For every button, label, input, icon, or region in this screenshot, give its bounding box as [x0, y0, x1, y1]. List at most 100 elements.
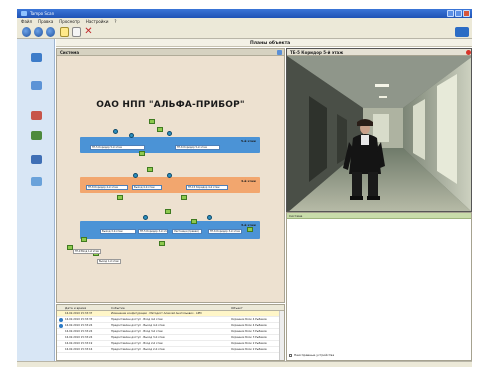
zone[interactable]: ТЕ-8 Коридор 4-й этаж — [86, 185, 128, 190]
sensor-marker[interactable] — [181, 195, 187, 200]
pin-icon[interactable] — [277, 50, 282, 55]
access-icon — [30, 131, 42, 140]
camera-image — [287, 56, 471, 211]
zone[interactable]: ТЕ-5 Коридор 5-й этаж — [90, 145, 145, 150]
floor-5[interactable]: 5-й этаж ТЕ-5 Коридор 5-й этаж ТЕ-6 Кори… — [80, 137, 260, 153]
objects-icon — [30, 111, 42, 120]
video-panel[interactable]: ТЕ-5 Коридор 5-й этаж — [286, 48, 472, 212]
sensor-marker[interactable] — [191, 219, 197, 224]
new-document-icon[interactable] — [60, 27, 69, 37]
row-event: Предоставлен доступ · Выход 2-й этаж — [111, 348, 165, 351]
floor-4[interactable]: 4-й этаж ТЕ-8 Коридор 4-й этаж Выход 4-й… — [80, 177, 260, 193]
sensor-marker[interactable] — [117, 195, 123, 200]
camera-icon[interactable] — [22, 27, 31, 37]
row-object: Охранник Блок 2 Рыбаков — [231, 342, 267, 345]
sensor-marker[interactable] — [149, 119, 155, 124]
menu-help[interactable]: ? — [114, 18, 116, 25]
app-icon — [21, 11, 27, 16]
faulty-devices-toggle[interactable]: Неисправные устройства — [289, 353, 334, 357]
sidebar-item-6[interactable] — [17, 177, 55, 187]
col-event[interactable]: Событие — [111, 306, 125, 310]
camera-marker[interactable] — [129, 133, 134, 138]
monitor-icon — [30, 53, 42, 62]
row-object: Охранник Блок 2 Рыбаков — [231, 348, 267, 351]
row-time: 16.02.2010 15:33:35 — [65, 318, 93, 321]
row-time: 16.02.2010 15:33:24 — [65, 336, 93, 339]
sensor-marker[interactable] — [165, 209, 171, 214]
sensor-marker[interactable] — [247, 227, 253, 232]
window-controls — [447, 10, 470, 17]
zone[interactable]: ТЕ-5 Коридор 3-й этаж — [138, 229, 168, 234]
event-icon — [59, 318, 63, 322]
network-icon[interactable] — [455, 27, 469, 37]
sensor-marker[interactable] — [81, 237, 87, 242]
delete-icon[interactable]: ✕ — [84, 27, 93, 37]
zone[interactable]: ТЕ-6 Коридор 5-й этаж — [175, 145, 220, 150]
row-object: Охранник Блок 4 Рыбаков — [231, 318, 267, 321]
row-object: Охранник Блок 4 Рыбаков — [231, 324, 267, 327]
sidebar-item-5[interactable] — [17, 155, 55, 165]
col-datetime[interactable]: Дата и время — [65, 306, 86, 310]
row-event: Предоставлен доступ · Вход 4-й этаж — [111, 318, 163, 321]
sensor-marker[interactable] — [157, 127, 163, 132]
zone[interactable]: ТЕ-6 Коридор 3-й этаж — [208, 229, 242, 234]
camera-marker[interactable] — [143, 215, 148, 220]
row-time: 16.02.2010 15:33:24 — [65, 330, 93, 333]
sidebar-item-4[interactable] — [17, 131, 55, 141]
status-bar — [17, 361, 472, 367]
camera-label: ТЕ-9 Вход 1-й этаж — [73, 249, 102, 254]
close-button[interactable] — [463, 10, 470, 17]
menu-view[interactable]: Просмотр — [59, 18, 80, 25]
row-object: Охранник Блок 3 Рыбаков — [231, 330, 267, 333]
camera-icon — [30, 81, 42, 90]
row-time: 16.02.2010 15:33:24 — [65, 324, 93, 327]
sensor-marker[interactable] — [159, 241, 165, 246]
sidebar-item-2[interactable] — [17, 81, 55, 91]
floor-label: 4-й этаж — [240, 179, 256, 183]
events-log: Дата и время Событие Объект 16.02.2010 1… — [56, 304, 285, 361]
row-event: Предоставлен доступ · Выход 4-й этаж — [111, 324, 165, 327]
row-event: Изменение конфигурации · Методист Алексе… — [111, 312, 202, 315]
camera-group-icon[interactable] — [46, 27, 55, 37]
camera-marker[interactable] — [167, 131, 172, 136]
maximize-button[interactable] — [455, 10, 462, 17]
zone[interactable]: Выход 4-й этаж — [132, 185, 162, 190]
camera-add-icon[interactable] — [34, 27, 43, 37]
floor-label: 5-й этаж — [240, 139, 256, 143]
row-time: 16.02.2010 15:33:19 — [65, 342, 93, 345]
scheme-title: ОАО НПП "АЛЬФА-ПРИБОР" — [96, 100, 245, 110]
row-event: Предоставлен доступ · Вход 3-й этаж — [111, 330, 163, 333]
scheme-panel-title: Система — [60, 50, 80, 55]
col-object[interactable]: Объект — [231, 306, 243, 310]
zone[interactable]: Выход 3-й этаж — [100, 229, 136, 234]
menu-file[interactable]: Файл — [21, 18, 32, 25]
scheme-panel: Система ОАО НПП "АЛЬФА-ПРИБОР" 5-й этаж … — [56, 48, 285, 303]
menu-edit[interactable]: Правка — [38, 18, 53, 25]
sidebar-item-1[interactable] — [17, 53, 55, 63]
zone[interactable]: Лестница (правая) — [172, 229, 202, 234]
menu-settings[interactable]: Настройки — [86, 18, 109, 25]
faulty-devices-label: Неисправные устройства — [294, 353, 335, 357]
sensor-marker[interactable] — [139, 151, 145, 156]
sidebar-item-3[interactable] — [17, 111, 55, 121]
zone[interactable]: ТЕ-15 Коридор 4-й этаж — [186, 185, 228, 190]
plans-icon — [30, 177, 42, 186]
menu-bar: Файл Правка Просмотр Настройки ? — [17, 18, 472, 25]
camera-marker[interactable] — [207, 215, 212, 220]
window-titlebar: Tampo Scan — [17, 9, 472, 18]
camera-marker[interactable] — [133, 173, 138, 178]
document-icon[interactable] — [72, 27, 81, 37]
floor-3[interactable]: 3-й этаж Выход 3-й этаж ТЕ-5 Коридор 3-й… — [80, 221, 260, 239]
close-video-icon[interactable] — [466, 50, 471, 55]
camera-label: Выход 1-й этаж — [97, 259, 121, 264]
camera-marker[interactable] — [167, 173, 172, 178]
minimize-button[interactable] — [447, 10, 454, 17]
camera-feed — [287, 56, 471, 211]
camera-marker[interactable] — [113, 129, 118, 134]
sensor-marker[interactable] — [147, 167, 153, 172]
events-scrollbar[interactable] — [279, 311, 284, 360]
table-row[interactable]: 16.02.2010 15:33:16 Предоставлен доступ … — [57, 347, 284, 353]
row-event: Предоставлен доступ · Вход 2-й этаж — [111, 342, 163, 345]
faulty-devices-checkbox[interactable] — [289, 353, 292, 357]
video-header: ТЕ-5 Коридор 5-й этаж — [287, 49, 471, 56]
